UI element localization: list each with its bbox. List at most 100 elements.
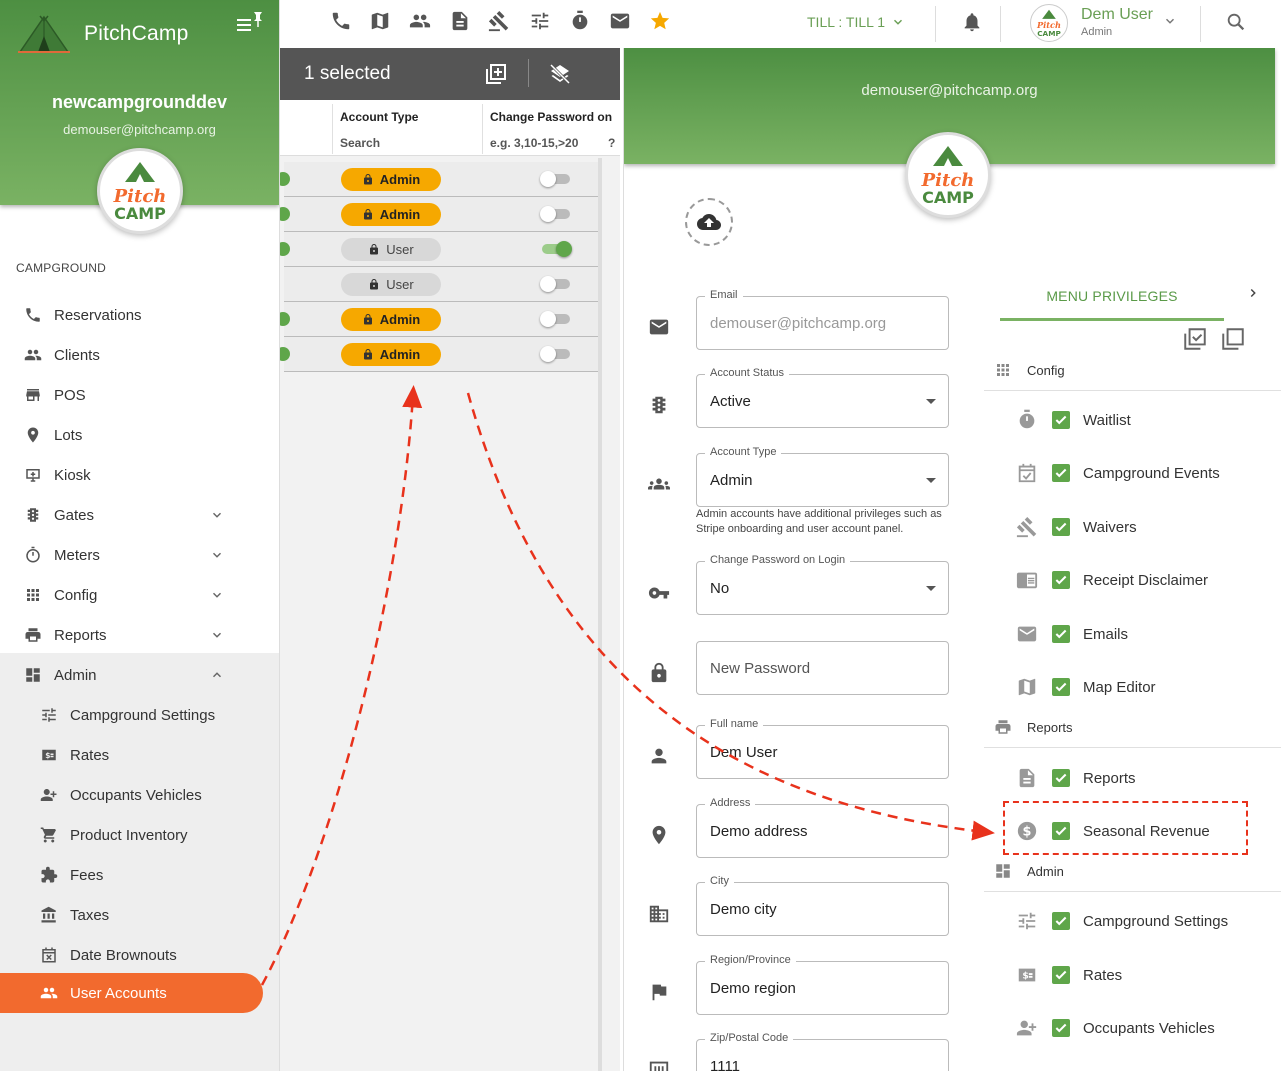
mail-icon[interactable] <box>609 10 631 32</box>
sidebar-item-meters[interactable]: Meters <box>0 535 279 575</box>
brand[interactable]: PitchCamp <box>16 12 189 56</box>
sidebar-item-config[interactable]: Config <box>0 575 279 615</box>
privilege-item-seasonal-revenue[interactable]: $ Seasonal Revenue <box>984 810 1281 854</box>
table-row[interactable]: Admin <box>280 162 600 197</box>
privilege-item[interactable]: Occupants Vehicles <box>984 1007 1281 1051</box>
chevron-right-icon[interactable] <box>1246 286 1260 300</box>
privilege-item[interactable]: Campground Settings <box>984 900 1281 944</box>
change-password-toggle[interactable] <box>540 171 570 187</box>
zip-input[interactable]: Zip/Postal Code 1111 <box>696 1032 949 1071</box>
chevron-down-icon[interactable] <box>1163 14 1177 28</box>
timer-icon[interactable] <box>569 10 591 32</box>
table-row[interactable]: Admin <box>280 302 600 337</box>
layers-clear-icon[interactable] <box>548 62 572 86</box>
full-name-input[interactable]: Full name Dem User <box>696 718 949 779</box>
sidebar-item-reports[interactable]: Reports <box>0 615 279 655</box>
table-row[interactable]: Admin <box>280 337 600 372</box>
sidebar-item-clients[interactable]: Clients <box>0 335 279 375</box>
privilege-checkbox[interactable] <box>1052 464 1070 482</box>
privilege-checkbox[interactable] <box>1052 411 1070 429</box>
sidebar-item-admin[interactable]: Admin <box>0 655 279 695</box>
bell-icon[interactable] <box>961 11 983 33</box>
scrollbar[interactable] <box>598 158 602 1071</box>
deselect-all-icon[interactable] <box>1220 326 1246 352</box>
sidebar-item-pos[interactable]: POS <box>0 375 279 415</box>
column-header-account-type[interactable]: Account Type <box>340 110 418 124</box>
avatar[interactable]: Pitch CAMP <box>1030 4 1068 42</box>
address-input[interactable]: Address Demo address <box>696 797 949 858</box>
field-label: Account Status <box>705 367 789 379</box>
tab-menu-privileges[interactable]: MENU PRIVILEGES <box>1000 282 1224 321</box>
filter-help[interactable]: ? <box>608 136 615 150</box>
map-icon[interactable] <box>369 10 391 32</box>
change-password-toggle[interactable] <box>540 276 570 292</box>
region-input[interactable]: Region/Province Demo region <box>696 954 949 1015</box>
pin-sidebar-icon[interactable] <box>234 8 264 38</box>
privilege-item[interactable]: Emails <box>984 613 1281 657</box>
sidebar-item-user-accounts[interactable]: User Accounts <box>0 973 263 1013</box>
account-type-hint: Admin accounts have additional privilege… <box>696 508 942 535</box>
privilege-item[interactable]: $ Rates <box>984 954 1281 998</box>
receipt-icon[interactable] <box>449 10 471 32</box>
privilege-item[interactable]: Map Editor <box>984 666 1281 710</box>
privilege-checkbox[interactable] <box>1052 966 1070 984</box>
till-selector[interactable]: TILL : TILL 1 <box>807 14 905 30</box>
privilege-checkbox[interactable] <box>1052 769 1070 787</box>
account-status-select[interactable]: Account Status Active <box>696 367 949 428</box>
till-label: TILL : TILL 1 <box>807 14 886 30</box>
privilege-item[interactable]: Receipt Disclaimer <box>984 559 1281 603</box>
sidebar-item-reservations[interactable]: Reservations <box>0 295 279 335</box>
account-type-select[interactable]: Account Type Admin <box>696 446 949 507</box>
change-password-toggle[interactable] <box>540 206 570 222</box>
sidebar-item-lots[interactable]: Lots <box>0 415 279 455</box>
sidebar-item-label: Reservations <box>54 306 142 324</box>
sidebar-item-kiosk[interactable]: Kiosk <box>0 455 279 495</box>
privilege-checkbox[interactable] <box>1052 822 1070 840</box>
tune-icon <box>40 706 58 724</box>
sidebar-item-gates[interactable]: Gates <box>0 495 279 535</box>
privilege-checkbox[interactable] <box>1052 678 1070 696</box>
change-password-toggle[interactable] <box>540 311 570 327</box>
gavel-icon[interactable] <box>488 10 510 32</box>
sidebar-item-product-inventory[interactable]: Product Inventory <box>0 815 279 855</box>
change-password-toggle[interactable] <box>540 346 570 362</box>
table-row[interactable]: User <box>280 232 600 267</box>
tune-icon[interactable] <box>529 10 551 32</box>
column-header-change-password[interactable]: Change Password on <box>490 110 612 124</box>
privilege-checkbox[interactable] <box>1052 571 1070 589</box>
privilege-checkbox[interactable] <box>1052 625 1070 643</box>
sidebar-item-date-brownouts[interactable]: Date Brownouts <box>0 935 279 975</box>
change-password-toggle[interactable] <box>542 241 572 257</box>
upload-photo-button[interactable] <box>685 198 733 246</box>
privilege-checkbox[interactable] <box>1052 912 1070 930</box>
table-row[interactable]: User <box>284 267 600 302</box>
privilege-item[interactable]: Campground Events <box>984 452 1281 496</box>
privilege-label: Emails <box>1083 626 1129 643</box>
select-all-icon[interactable] <box>1182 326 1208 352</box>
people-icon[interactable] <box>409 10 431 32</box>
phone-icon[interactable] <box>330 10 352 32</box>
sidebar-item-fees[interactable]: Fees <box>0 855 279 895</box>
sidebar-item-rates[interactable]: $ Rates <box>0 735 279 775</box>
mail-icon <box>648 316 670 338</box>
change-password-select[interactable]: Change Password on Login No <box>696 554 949 615</box>
privilege-label: Rates <box>1083 967 1123 984</box>
privilege-checkbox[interactable] <box>1052 518 1070 536</box>
privilege-checkbox[interactable] <box>1052 1019 1070 1037</box>
new-password-input[interactable]: New Password <box>696 641 949 695</box>
account-type-filter[interactable]: Search <box>340 136 380 150</box>
sidebar-item-occupants-vehicles[interactable]: Occupants Vehicles <box>0 775 279 815</box>
add-box-icon[interactable] <box>484 62 508 86</box>
table-row[interactable]: Admin <box>280 197 600 232</box>
search-icon[interactable] <box>1225 11 1247 33</box>
change-password-filter[interactable]: e.g. 3,10-15,>20 <box>490 136 578 150</box>
star-icon[interactable] <box>649 10 671 32</box>
sidebar-item-taxes[interactable]: Taxes <box>0 895 279 935</box>
privilege-item[interactable]: Waivers <box>984 506 1281 550</box>
table-header: Account Type Search Change Password on e… <box>280 100 620 156</box>
privilege-item[interactable]: Waitlist <box>984 399 1281 443</box>
city-input[interactable]: City Demo city <box>696 875 949 936</box>
sidebar-item-campground-settings[interactable]: Campground Settings <box>0 695 279 735</box>
user-name[interactable]: Dem User <box>1081 6 1153 24</box>
privilege-item[interactable]: Reports <box>984 757 1281 801</box>
